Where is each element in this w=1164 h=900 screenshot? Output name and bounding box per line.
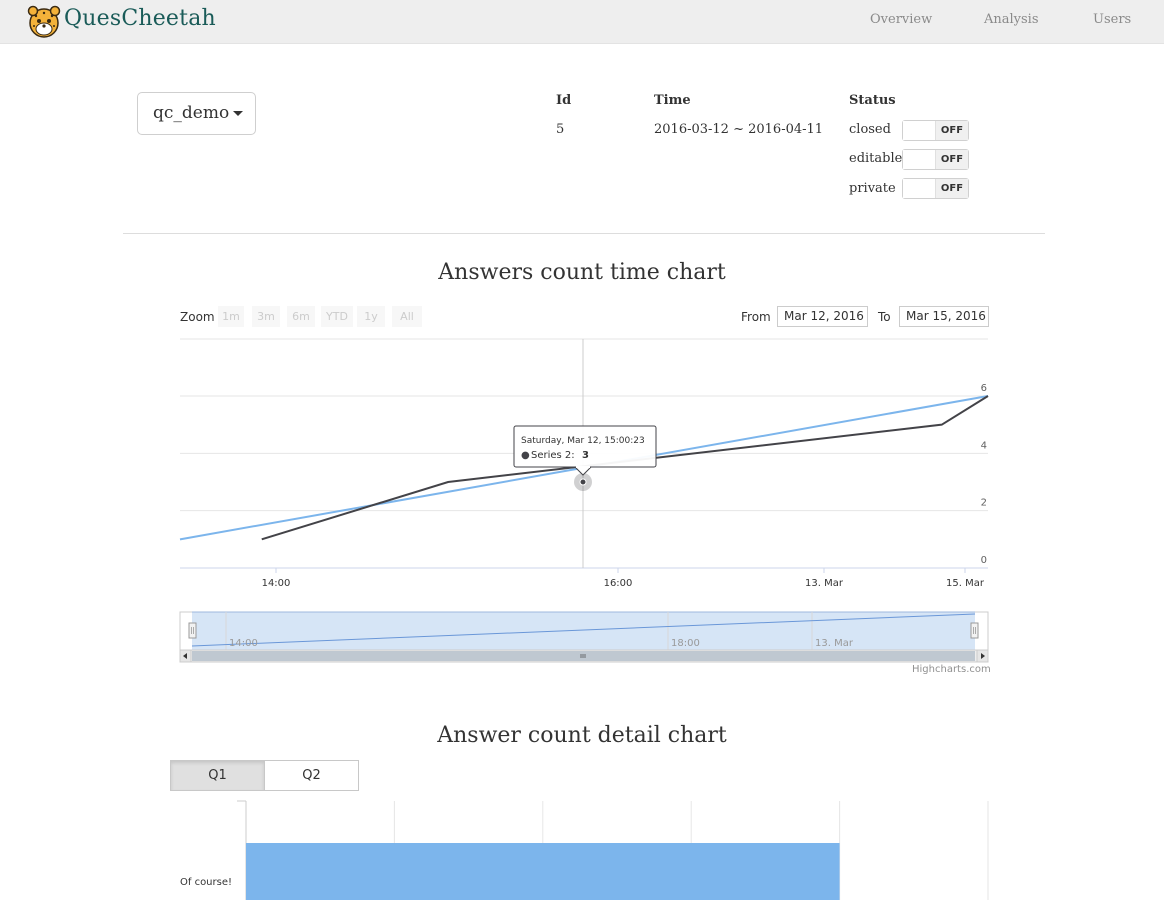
bar-category-label: Of course! — [180, 877, 232, 888]
detail-bar[interactable] — [246, 843, 840, 900]
detail-chart: Of course! — [180, 800, 989, 900]
detail-bars — [246, 843, 840, 900]
